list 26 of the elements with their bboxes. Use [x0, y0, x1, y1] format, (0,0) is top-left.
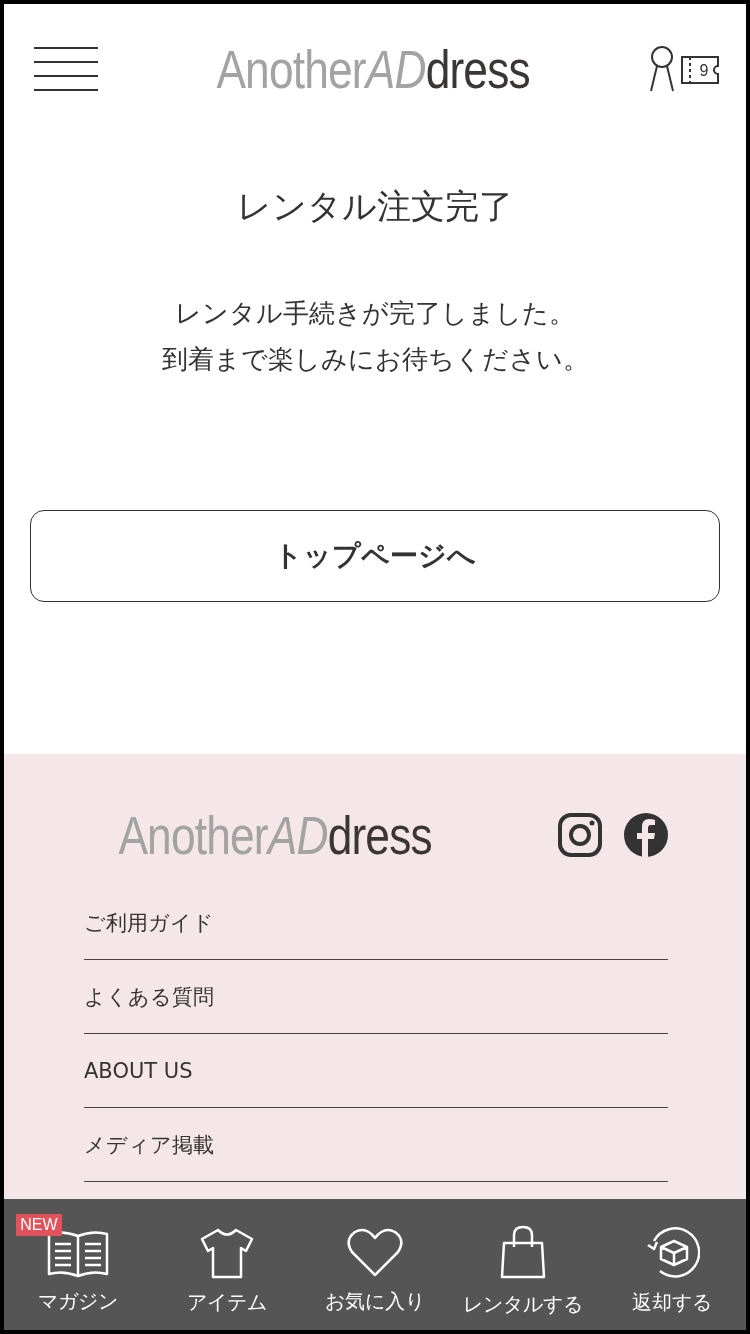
footer-link[interactable]: よくある質問: [84, 982, 214, 1011]
nav-label: 返却する: [631, 1289, 712, 1316]
facebook-icon[interactable]: [624, 813, 668, 857]
nav-item[interactable]: レンタルする: [453, 1211, 594, 1318]
t-shirt-icon: [199, 1227, 254, 1279]
nav-label: マガジン: [38, 1288, 119, 1315]
footer-link[interactable]: ご利用ガイド: [84, 908, 214, 937]
footer-link[interactable]: メディア掲載: [84, 1130, 214, 1159]
shopping-bag-icon: [499, 1225, 548, 1281]
logo[interactable]: AnotherADdress: [216, 38, 530, 100]
nav-item[interactable]: NEW マガジン: [8, 1214, 149, 1315]
heart-icon: [346, 1228, 403, 1278]
nav-label: お気に入り: [324, 1288, 425, 1315]
completion-message: レンタル手続きが完了しました。 到着まで楽しみにお待ちください。: [161, 297, 589, 376]
nav-label: アイテム: [186, 1289, 267, 1316]
nav-item[interactable]: アイテム: [156, 1213, 297, 1316]
nav-label: レンタルする: [463, 1291, 584, 1318]
new-badge: NEW: [16, 1214, 62, 1236]
top-page-button[interactable]: トップページへ: [30, 510, 720, 602]
menu-icon[interactable]: [34, 47, 98, 91]
nav-item[interactable]: お気に入り: [304, 1214, 445, 1315]
instagram-icon[interactable]: [558, 813, 602, 857]
nav-item[interactable]: 返却する: [601, 1213, 742, 1316]
footer-logo[interactable]: AnotherADdress: [118, 804, 432, 866]
page-title: レンタル注文完了: [237, 185, 513, 228]
footer-link[interactable]: ABOUT US: [84, 1058, 193, 1083]
